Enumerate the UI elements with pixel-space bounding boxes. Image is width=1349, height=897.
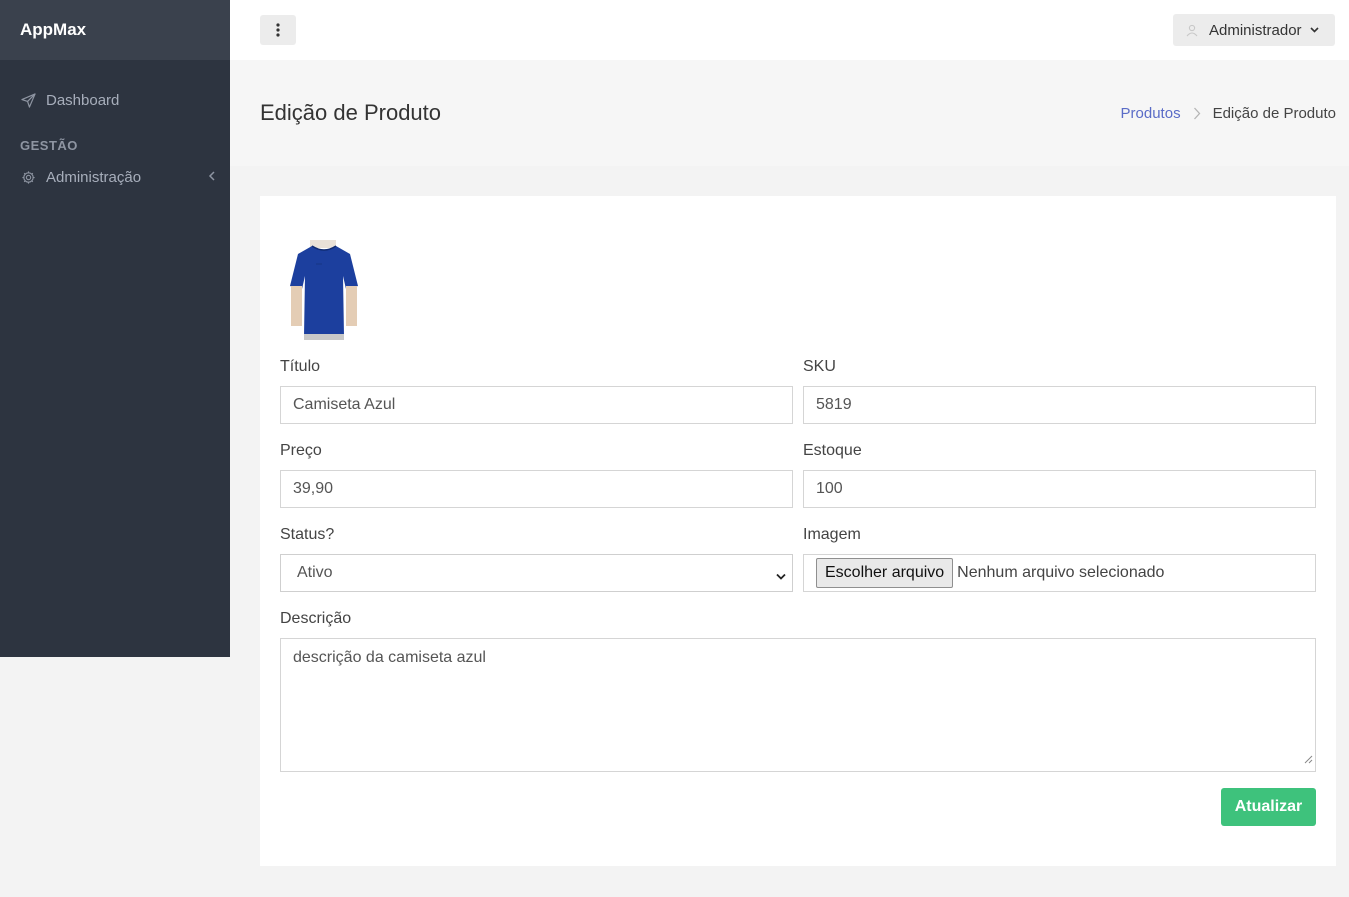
imagem-label: Imagem [803, 526, 861, 543]
menu-toggle-button[interactable] [260, 15, 296, 45]
chevron-down-icon [1309, 27, 1319, 33]
descricao-text: descrição da camiseta azul [293, 649, 486, 666]
product-edit-card: Título Camiseta Azul SKU 5819 Preço 39,9… [260, 196, 1336, 866]
gear-icon [20, 169, 36, 185]
status-selected-value: Ativo [297, 564, 333, 581]
sidebar-section-title: GESTÃO [20, 138, 78, 153]
sidebar-item-label: Administração [46, 168, 142, 186]
chevron-down-icon [776, 568, 786, 586]
estoque-input[interactable]: 100 [803, 470, 1316, 508]
brand-logo[interactable]: AppMax [0, 0, 230, 60]
descricao-textarea[interactable]: descrição da camiseta azul [280, 638, 1316, 772]
sidebar-nav: Dashboard GESTÃO Administração [0, 60, 230, 189]
resize-handle-icon[interactable] [1304, 751, 1313, 769]
topbar: Administrador [230, 0, 1349, 60]
page-header: Edição de Produto Produtos Edição de Pro… [230, 60, 1349, 166]
sku-input[interactable]: 5819 [803, 386, 1316, 424]
chevron-right-icon [1193, 107, 1201, 120]
preco-input[interactable]: 39,90 [280, 470, 793, 508]
file-status-text: Nenhum arquivo selecionado [957, 564, 1165, 581]
status-select[interactable]: Ativo [280, 554, 793, 592]
imagem-file-input[interactable]: Escolher arquivo Nenhum arquivo selecion… [803, 554, 1316, 592]
kebab-menu-icon [276, 23, 280, 37]
sidebar: AppMax Dashboard GESTÃO Administração [0, 0, 230, 657]
titulo-label: Título [280, 358, 321, 375]
sidebar-item-dashboard[interactable]: Dashboard [0, 88, 230, 112]
atualizar-button[interactable]: Atualizar [1221, 788, 1316, 826]
user-icon [1185, 23, 1199, 37]
chevron-left-icon [208, 169, 216, 184]
product-image [288, 240, 360, 340]
user-menu-button[interactable]: Administrador [1173, 14, 1335, 46]
preco-label: Preço [280, 442, 322, 459]
sku-label: SKU [803, 358, 836, 375]
breadcrumb-current: Edição de Produto [1212, 105, 1336, 122]
send-icon [20, 92, 36, 108]
page-title: Edição de Produto [260, 100, 442, 125]
estoque-label: Estoque [803, 442, 862, 459]
status-label: Status? [280, 526, 335, 543]
sidebar-item-administracao[interactable]: Administração [0, 165, 230, 189]
sidebar-item-label: Dashboard [46, 91, 120, 109]
descricao-label: Descrição [280, 610, 352, 627]
user-name: Administrador [1209, 21, 1302, 39]
titulo-input[interactable]: Camiseta Azul [280, 386, 793, 424]
breadcrumb-link-produtos[interactable]: Produtos [1121, 105, 1181, 122]
choose-file-button[interactable]: Escolher arquivo [816, 558, 954, 588]
breadcrumb: Produtos Edição de Produto [1121, 105, 1336, 122]
